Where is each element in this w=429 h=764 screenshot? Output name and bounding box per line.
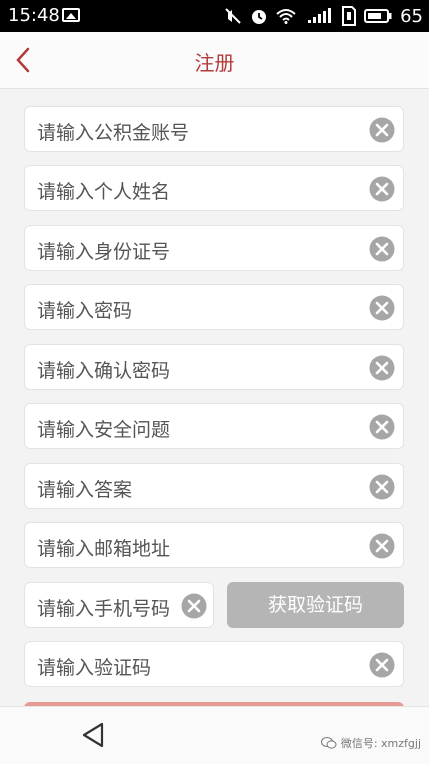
security-question-field[interactable]: 请输入安全问题 [24,403,404,449]
watermark: 微信号: xmzfgjj [320,735,421,751]
clear-icon[interactable] [369,295,395,321]
wifi-icon [276,9,296,24]
answer-field[interactable]: 请输入答案 [24,463,404,509]
alarm-icon [252,10,267,24]
phone-field[interactable]: 请输入手机号码 [24,582,214,628]
signal-icon [308,8,332,23]
password-field[interactable]: 请输入密码 [24,284,404,330]
security-question-placeholder: 请输入安全问题 [37,419,171,441]
clear-icon[interactable] [369,355,395,381]
clear-icon[interactable] [181,593,207,619]
account-placeholder: 请输入公积金账号 [37,122,190,144]
confirm-password-field[interactable]: 请输入确认密码 [24,344,404,390]
verification-code-placeholder: 请输入验证码 [37,657,152,679]
id-number-field[interactable]: 请输入身份证号 [24,225,404,271]
page-title: 注册 [194,51,235,75]
clear-icon[interactable] [369,236,395,262]
image-icon [62,8,80,22]
clear-icon[interactable] [369,117,395,143]
account-field[interactable]: 请输入公积金账号 [24,106,404,152]
name-field[interactable]: 请输入个人姓名 [24,165,404,211]
triangle-back-icon[interactable] [80,721,106,749]
battery-icon [364,9,392,23]
battery-percent: 65 [400,5,423,27]
name-placeholder: 请输入个人姓名 [37,181,171,203]
answer-placeholder: 请输入答案 [37,479,133,501]
confirm-password-placeholder: 请输入确认密码 [37,360,171,382]
watermark-text: 微信号: xmzfgjj [340,737,421,750]
verification-code-field[interactable]: 请输入验证码 [24,641,404,687]
wechat-icon [320,737,337,749]
phone-placeholder: 请输入手机号码 [37,598,171,620]
sim-icon [342,6,357,26]
id-number-placeholder: 请输入身份证号 [37,241,171,263]
mute-icon [225,8,241,24]
password-placeholder: 请输入密码 [37,300,133,322]
status-bar: 15:48 65 [0,0,429,32]
clear-icon[interactable] [369,652,395,678]
system-nav-bar: 微信号: xmzfgjj [0,706,429,764]
clear-icon[interactable] [369,474,395,500]
get-code-button[interactable]: 获取验证码 [227,582,404,628]
clear-icon[interactable] [369,414,395,440]
status-time: 15:48 [8,5,60,26]
app-header: 注册 [0,32,429,89]
status-icons: 65 [224,4,423,28]
clear-icon[interactable] [369,533,395,559]
email-placeholder: 请输入邮箱地址 [37,538,171,560]
clear-icon[interactable] [369,176,395,202]
email-field[interactable]: 请输入邮箱地址 [24,522,404,568]
